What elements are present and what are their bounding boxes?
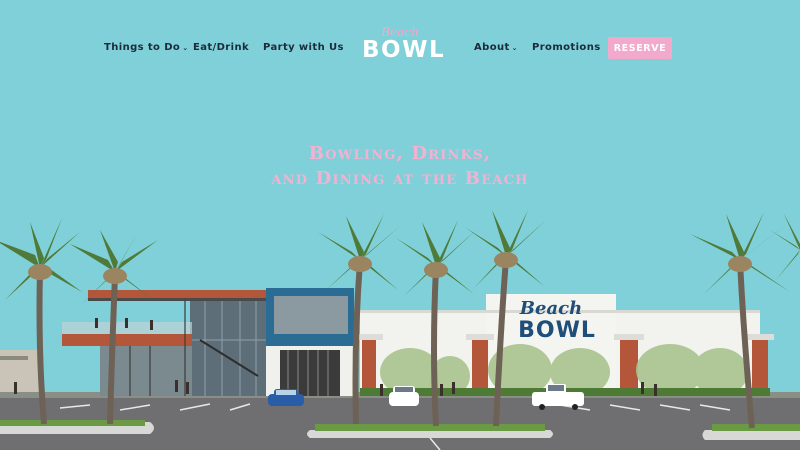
grass-island — [0, 420, 145, 426]
nav-eat-drink[interactable]: Eat/Drink — [193, 42, 249, 53]
grass-island — [315, 424, 545, 431]
nav-things-to-do[interactable]: Things to Do ⌄ — [104, 42, 188, 53]
nav-party-with-us[interactable]: Party with Us — [263, 42, 344, 53]
top-nav: Things to Do ⌄ Eat/Drink Party with Us Be… — [0, 0, 800, 95]
building-sign-script: Beach — [519, 298, 582, 319]
nav-about-label: About — [474, 42, 510, 53]
building-sign-word: BOWL — [518, 318, 596, 343]
site-logo[interactable]: Beach BOWL — [362, 26, 446, 63]
car-white — [389, 386, 419, 406]
nav-about[interactable]: About ⌄ — [474, 42, 518, 53]
hero-heading-line-1: Bowling, Drinks, — [308, 143, 492, 164]
nav-things-to-do-label: Things to Do — [104, 42, 181, 53]
palm-tree — [770, 214, 800, 280]
grass-island — [712, 424, 800, 431]
glass-building — [190, 300, 270, 396]
chevron-down-icon: ⌄ — [511, 44, 518, 52]
reserve-button[interactable]: RESERVE — [608, 37, 672, 59]
hero-heading-line-2: and Dining at the Beach — [271, 168, 529, 189]
logo-word: BOWL — [362, 37, 446, 63]
chevron-down-icon: ⌄ — [182, 44, 189, 52]
nav-promotions[interactable]: Promotions — [532, 42, 601, 53]
